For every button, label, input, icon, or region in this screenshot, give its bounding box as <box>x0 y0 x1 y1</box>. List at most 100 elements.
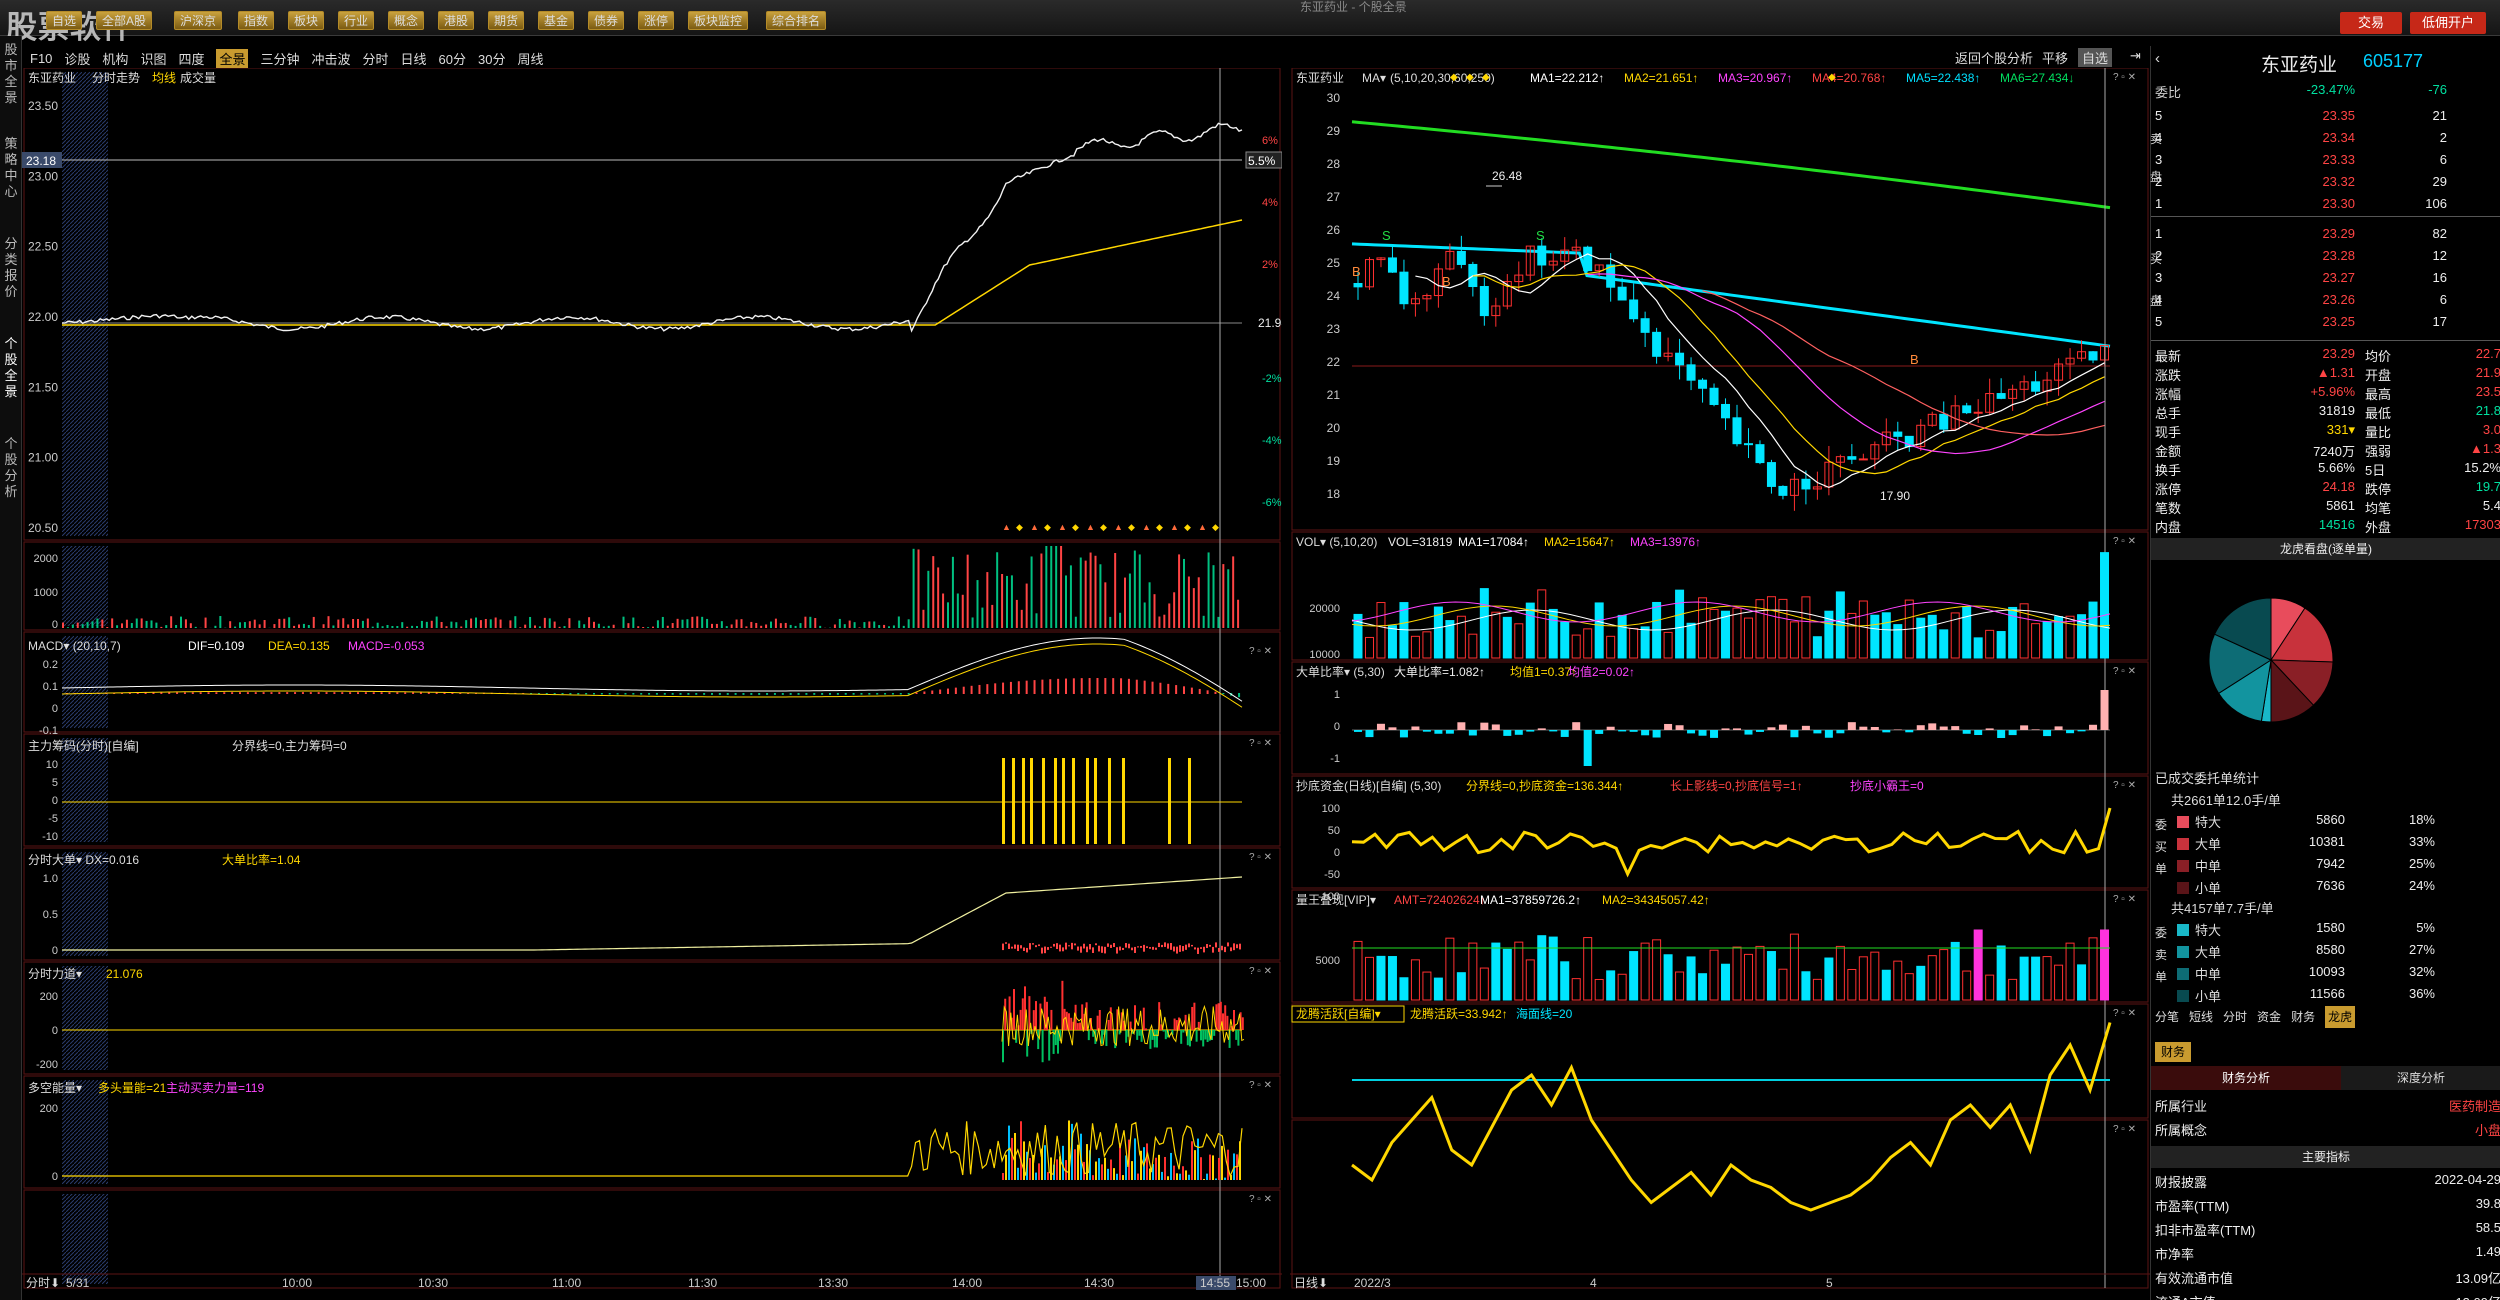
nav-tab[interactable]: 诊股 <box>64 49 90 68</box>
toolbar-button[interactable]: 沪深京 <box>174 11 223 30</box>
ddbl-bar <box>2031 729 2040 730</box>
nav-tab[interactable]: 分时 <box>363 49 389 68</box>
expand-icon[interactable]: ⇥ <box>2130 48 2141 64</box>
cursor-pct: 5.5% <box>1248 154 1276 168</box>
stat-value2: 19.7 <box>2475 479 2500 494</box>
signal-marker: ◆ <box>1184 522 1191 532</box>
toolbar-button[interactable]: 综合排名 <box>766 11 827 30</box>
toolbar-button[interactable]: 基金 <box>538 11 575 30</box>
flow-row: 特大 1580 5% <box>2155 920 2500 942</box>
date-tick: 4 <box>1590 1276 1597 1290</box>
quote-tab[interactable]: 财务 <box>2291 1006 2315 1028</box>
finance-label: 市净率 <box>2155 1247 2195 1262</box>
nav-tab[interactable]: 日线 <box>401 49 427 68</box>
nav-tab[interactable]: 周线 <box>517 49 543 68</box>
left-tab-strategy[interactable]: 策略中心 <box>3 136 19 216</box>
left-tab-market[interactable]: 股市全景 <box>3 42 19 105</box>
back-link[interactable]: 返回个股分析 <box>1955 48 2033 67</box>
signal-marker: ◆ <box>1016 522 1023 532</box>
volume-bar <box>445 626 448 628</box>
ddbl-bar <box>1560 730 1569 737</box>
ddbl-bar <box>1503 730 1512 736</box>
intraday-pane-0 <box>23 68 1281 541</box>
cursor-price: 23.18 <box>26 154 56 168</box>
nav-tab[interactable]: 60分 <box>439 49 466 68</box>
quote-tab[interactable]: 短线 <box>2189 1006 2213 1028</box>
macd-bar <box>388 692 391 694</box>
toolbar-button[interactable]: 涨停 <box>638 11 675 30</box>
ddbl-bar <box>1480 722 1489 730</box>
nav-tab[interactable]: 冲击波 <box>312 49 351 68</box>
volume-bar <box>779 623 782 628</box>
volume-bar <box>765 624 768 628</box>
left-tab-category[interactable]: 分类报价 <box>3 236 19 316</box>
fsdd-bar <box>1239 943 1241 950</box>
ddbl-bar <box>1457 722 1466 730</box>
watch-select[interactable]: 自选 <box>2078 48 2113 67</box>
fsdd-bar <box>1026 947 1028 953</box>
intraday-chart-stack[interactable]: 东亚药业 分时走势 均线 成交量 23.50 23.00 22.50 22.00 21.50 21… <box>22 68 1282 1300</box>
volume-bar <box>1001 574 1004 628</box>
nav-tab[interactable]: 30分 <box>478 49 505 68</box>
toolbar-button[interactable]: 全部A股 <box>96 11 153 30</box>
back-icon[interactable]: ‹ <box>2155 50 2160 67</box>
toolbar-button[interactable]: 板块 <box>288 11 325 30</box>
quote-tab[interactable]: 龙虎 <box>2325 1006 2356 1028</box>
volume-bar <box>602 626 605 628</box>
ddbl-bar <box>1824 730 1833 738</box>
nav-tab[interactable]: 全景 <box>216 48 249 68</box>
left-tab-stock-overview[interactable]: 个股全景 <box>3 336 19 416</box>
dknl-bar <box>1209 1154 1211 1180</box>
finance-tab[interactable]: 财务 <box>2155 1042 2192 1062</box>
nav-tab[interactable]: 机构 <box>102 49 128 68</box>
nav-tab[interactable]: 三分钟 <box>260 49 299 68</box>
quote-tab[interactable]: 分笔 <box>2155 1006 2179 1028</box>
macd-bar <box>262 692 265 694</box>
fsdd-bar <box>1152 946 1154 950</box>
toolbar-button[interactable]: 板块监控 <box>688 11 749 30</box>
nav-tab[interactable]: F10 <box>30 51 52 66</box>
finance-row: 市净率 1.49 <box>2155 1244 2500 1266</box>
volume-bar <box>352 618 355 628</box>
volume-bar <box>1045 546 1048 628</box>
dknl-bar <box>1134 1138 1136 1180</box>
fsdd-bar <box>1230 947 1232 952</box>
fsdd-bar <box>1167 943 1169 949</box>
nav-tab[interactable]: 识图 <box>140 49 166 68</box>
finance-analysis-tab[interactable]: 财务分析 <box>2151 1066 2341 1090</box>
trade-button[interactable]: 交易 <box>2340 12 2402 34</box>
volume-bar <box>942 593 945 628</box>
volume-bar <box>922 609 925 628</box>
stat-label: 换手 <box>2155 463 2182 478</box>
vol-bar <box>1732 607 1742 659</box>
deep-analysis-tab[interactable]: 深度分析 <box>2341 1066 2500 1090</box>
fsld-bar <box>1153 1030 1156 1048</box>
toolbar-button[interactable]: 指数 <box>238 11 275 30</box>
toolbar-button[interactable]: 行业 <box>338 11 375 30</box>
left-tab-stock-analysis[interactable]: 个股分析 <box>3 436 19 516</box>
toolbar-button[interactable]: 债券 <box>588 11 625 30</box>
flat-toggle[interactable]: 平移 <box>2042 48 2068 67</box>
time-tick: 11:30 <box>688 1276 717 1290</box>
event-diamond: ◆ <box>1466 72 1474 83</box>
lwdx-bar <box>2065 942 2075 1001</box>
pane-controls: ? ▫ ✕ <box>2113 1124 2136 1135</box>
pane-controls: ? ▫ ✕ <box>2113 536 2136 547</box>
dknl-bar <box>1194 1150 1196 1180</box>
toolbar-button[interactable]: 自选 <box>46 11 83 30</box>
volume-bar <box>799 623 802 628</box>
flow-swatch <box>2177 990 2189 1002</box>
volume-bar <box>750 621 753 628</box>
open-account-button[interactable]: 低佣开户 <box>2410 12 2486 34</box>
flow-side-label: 委 <box>2155 818 2168 832</box>
toolbar-button[interactable]: 概念 <box>388 11 425 30</box>
quote-tab[interactable]: 资金 <box>2257 1006 2281 1028</box>
candle-body <box>1640 318 1650 333</box>
daily-chart-stack[interactable]: 东亚药业 MA▾ (5,10,20,30,60,250) MA1=22.212↑ MA2… <box>1290 68 2150 1300</box>
toolbar-button[interactable]: 港股 <box>438 11 475 30</box>
quote-tab[interactable]: 分时 <box>2223 1006 2247 1028</box>
macd-bar <box>1143 680 1146 694</box>
nav-tab[interactable]: 四度 <box>178 49 204 68</box>
toolbar-button[interactable]: 期货 <box>488 11 525 30</box>
candle-body <box>1675 352 1685 366</box>
